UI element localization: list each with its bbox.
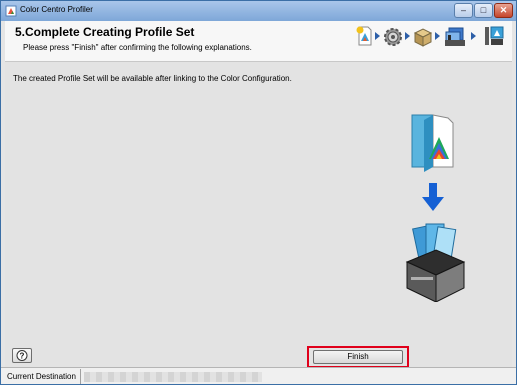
help-icon: ? <box>16 350 28 361</box>
current-destination-value <box>84 372 262 382</box>
step-progress <box>355 25 510 47</box>
current-destination-label: Current Destination <box>7 372 76 381</box>
title-bar[interactable]: Color Centro Profiler – □ ✕ <box>1 1 516 21</box>
app-icon <box>5 5 17 17</box>
step-title: 5.Complete Creating Profile Set <box>15 25 195 39</box>
close-button[interactable]: ✕ <box>494 3 513 18</box>
profile-document-icon <box>356 26 372 46</box>
color-configuration-box-icon <box>405 223 466 302</box>
step-subtitle: Please press "Finish" after confirming t… <box>23 43 252 52</box>
finish-highlight: Finish <box>307 346 409 368</box>
info-text: The created Profile Set will be availabl… <box>13 74 292 83</box>
step-arrow-icon <box>405 32 410 40</box>
package-icon <box>413 28 433 47</box>
down-arrow-icon <box>422 183 444 211</box>
step-arrow-icon <box>471 32 476 40</box>
gear-icon <box>384 28 402 46</box>
finish-flag-icon <box>485 26 504 45</box>
help-glyph: ? <box>20 351 25 360</box>
window-title: Color Centro Profiler <box>20 5 93 14</box>
main-window: Color Centro Profiler – □ ✕ 5.Complete C… <box>0 0 517 385</box>
status-divider <box>80 369 81 384</box>
profile-set-illustration <box>405 114 466 302</box>
profile-set-document-icon <box>411 114 454 172</box>
step-header: 5.Complete Creating Profile Set Please p… <box>5 21 512 62</box>
step-arrow-icon <box>435 32 440 40</box>
finish-button[interactable]: Finish <box>313 350 403 364</box>
minimize-button[interactable]: – <box>454 3 473 18</box>
color-configuration-icon <box>445 27 465 46</box>
content-panel: The created Profile Set will be availabl… <box>5 62 512 368</box>
status-bar: Current Destination <box>1 367 516 384</box>
step-arrow-icon <box>375 32 380 40</box>
maximize-button[interactable]: □ <box>474 3 493 18</box>
help-button[interactable]: ? <box>12 348 32 363</box>
